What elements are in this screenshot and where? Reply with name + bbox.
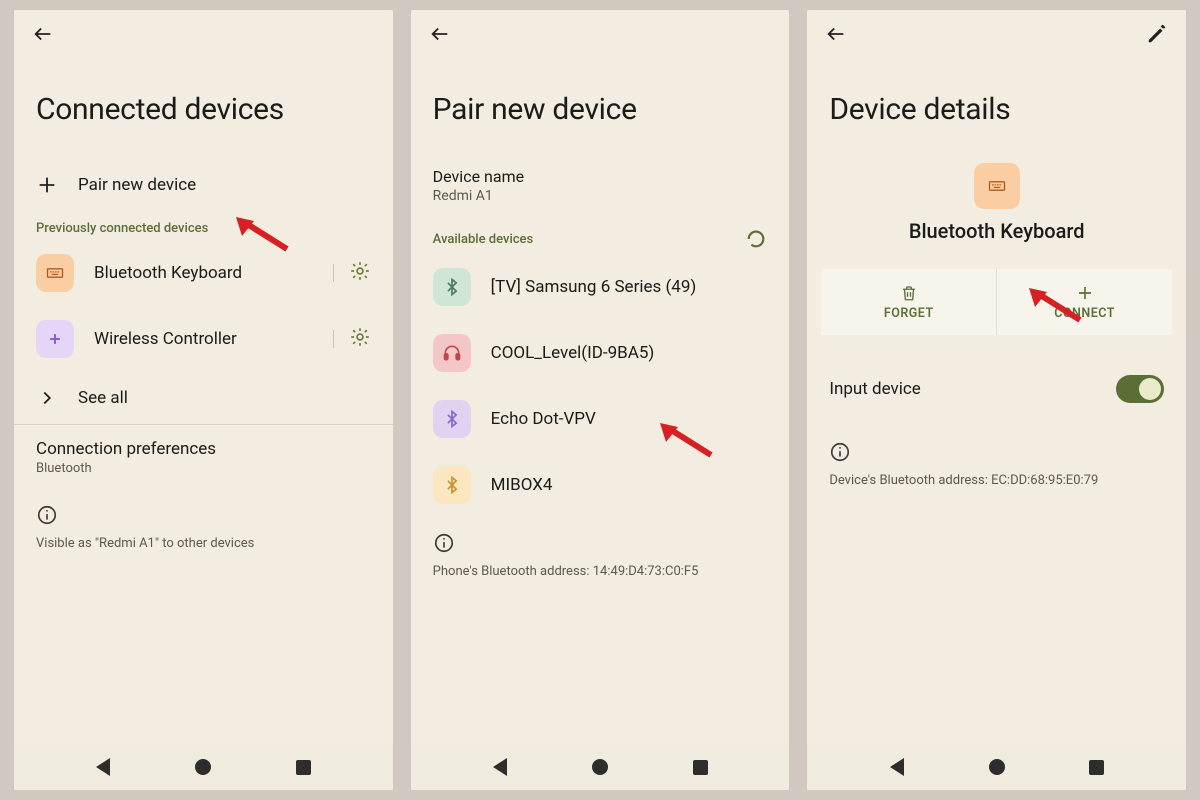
bt-address-text: Device's Bluetooth address: EC:DD:68:95:… — [807, 469, 1186, 502]
device-name-value: Redmi A1 — [433, 188, 768, 204]
system-nav-bar — [14, 744, 393, 790]
available-device-row[interactable]: MIBOX4 — [411, 452, 790, 518]
screen-device-details: Device details Bluetooth Keyboard FORGET… — [807, 10, 1186, 790]
nav-back-button[interactable] — [886, 756, 908, 778]
nav-home-button[interactable] — [589, 756, 611, 778]
bluetooth-icon — [433, 400, 471, 438]
device-settings-button[interactable] — [333, 326, 371, 352]
bluetooth-icon — [433, 466, 471, 504]
headset-icon — [433, 334, 471, 372]
page-title: Device details — [807, 62, 1186, 159]
info-icon — [829, 441, 851, 463]
info-icon — [433, 532, 455, 554]
available-device-label: [TV] Samsung 6 Series (49) — [491, 277, 768, 297]
back-icon[interactable] — [825, 23, 847, 49]
top-bar — [411, 10, 790, 62]
available-device-row[interactable]: COOL_Level(ID-9BA5) — [411, 320, 790, 386]
system-nav-bar — [807, 744, 1186, 790]
top-bar — [807, 10, 1186, 62]
page-title: Connected devices — [14, 62, 393, 159]
screen-connected-devices: Connected devices Pair new device Previo… — [14, 10, 393, 790]
available-device-label: Echo Dot-VPV — [491, 409, 768, 429]
system-nav-bar — [411, 744, 790, 790]
forget-label: FORGET — [884, 306, 934, 321]
nav-back-button[interactable] — [92, 756, 114, 778]
input-device-label: Input device — [829, 379, 1116, 399]
connection-preferences-row[interactable]: Connection preferences Bluetooth — [14, 425, 393, 490]
gamepad-icon — [36, 320, 74, 358]
screen-pair-new-device: Pair new device Device name Redmi A1 Ava… — [411, 10, 790, 790]
available-device-row[interactable]: Echo Dot-VPV — [411, 386, 790, 452]
back-icon[interactable] — [429, 23, 451, 49]
pair-new-device-label: Pair new device — [78, 175, 371, 195]
page-title: Pair new device — [411, 62, 790, 159]
available-devices-header: Available devices — [411, 218, 790, 254]
nav-recent-button[interactable] — [1086, 756, 1108, 778]
nav-recent-button[interactable] — [292, 756, 314, 778]
info-icon-row — [14, 490, 393, 532]
previously-connected-label: Previously connected devices — [14, 211, 393, 240]
plus-icon — [36, 174, 58, 196]
bt-address-text: Phone's Bluetooth address: 14:49:D4:73:C… — [411, 560, 790, 593]
see-all-label: See all — [78, 388, 371, 408]
available-device-row[interactable]: [TV] Samsung 6 Series (49) — [411, 254, 790, 320]
edit-icon[interactable] — [1146, 23, 1168, 49]
pair-new-device-row[interactable]: Pair new device — [14, 159, 393, 211]
connection-preferences-sub: Bluetooth — [36, 461, 371, 476]
see-all-row[interactable]: See all — [14, 372, 393, 424]
nav-home-button[interactable] — [192, 756, 214, 778]
prev-device-label: Wireless Controller — [94, 329, 313, 349]
prev-device-label: Bluetooth Keyboard — [94, 263, 313, 283]
prev-device-row[interactable]: Bluetooth Keyboard — [14, 240, 393, 306]
visibility-info-text: Visible as "Redmi A1" to other devices — [14, 532, 393, 565]
available-devices-label: Available devices — [433, 232, 746, 247]
chevron-right-icon — [36, 387, 58, 409]
connection-preferences-label: Connection preferences — [36, 439, 371, 459]
available-device-label: MIBOX4 — [491, 475, 768, 495]
back-icon[interactable] — [32, 23, 54, 49]
connect-button[interactable]: CONNECT — [996, 269, 1172, 335]
device-name-row[interactable]: Device name Redmi A1 — [411, 159, 790, 218]
available-device-label: COOL_Level(ID-9BA5) — [491, 343, 768, 363]
refresh-icon[interactable] — [745, 228, 767, 250]
connect-label: CONNECT — [1054, 306, 1115, 321]
info-icon — [36, 504, 58, 526]
device-hero: Bluetooth Keyboard — [807, 159, 1186, 253]
keyboard-icon — [36, 254, 74, 292]
nav-recent-button[interactable] — [689, 756, 711, 778]
input-device-toggle[interactable] — [1116, 375, 1164, 403]
nav-back-button[interactable] — [489, 756, 511, 778]
top-bar — [14, 10, 393, 62]
input-device-row[interactable]: Input device — [807, 361, 1186, 417]
forget-button[interactable]: FORGET — [821, 269, 996, 335]
device-name: Bluetooth Keyboard — [909, 219, 1085, 243]
nav-home-button[interactable] — [986, 756, 1008, 778]
device-name-label: Device name — [433, 167, 768, 186]
keyboard-icon — [974, 163, 1020, 209]
info-icon-row — [807, 417, 1186, 469]
info-icon-row — [411, 518, 790, 560]
device-settings-button[interactable] — [333, 260, 371, 286]
action-strip: FORGET CONNECT — [821, 269, 1172, 335]
prev-device-row[interactable]: Wireless Controller — [14, 306, 393, 372]
bluetooth-icon — [433, 268, 471, 306]
